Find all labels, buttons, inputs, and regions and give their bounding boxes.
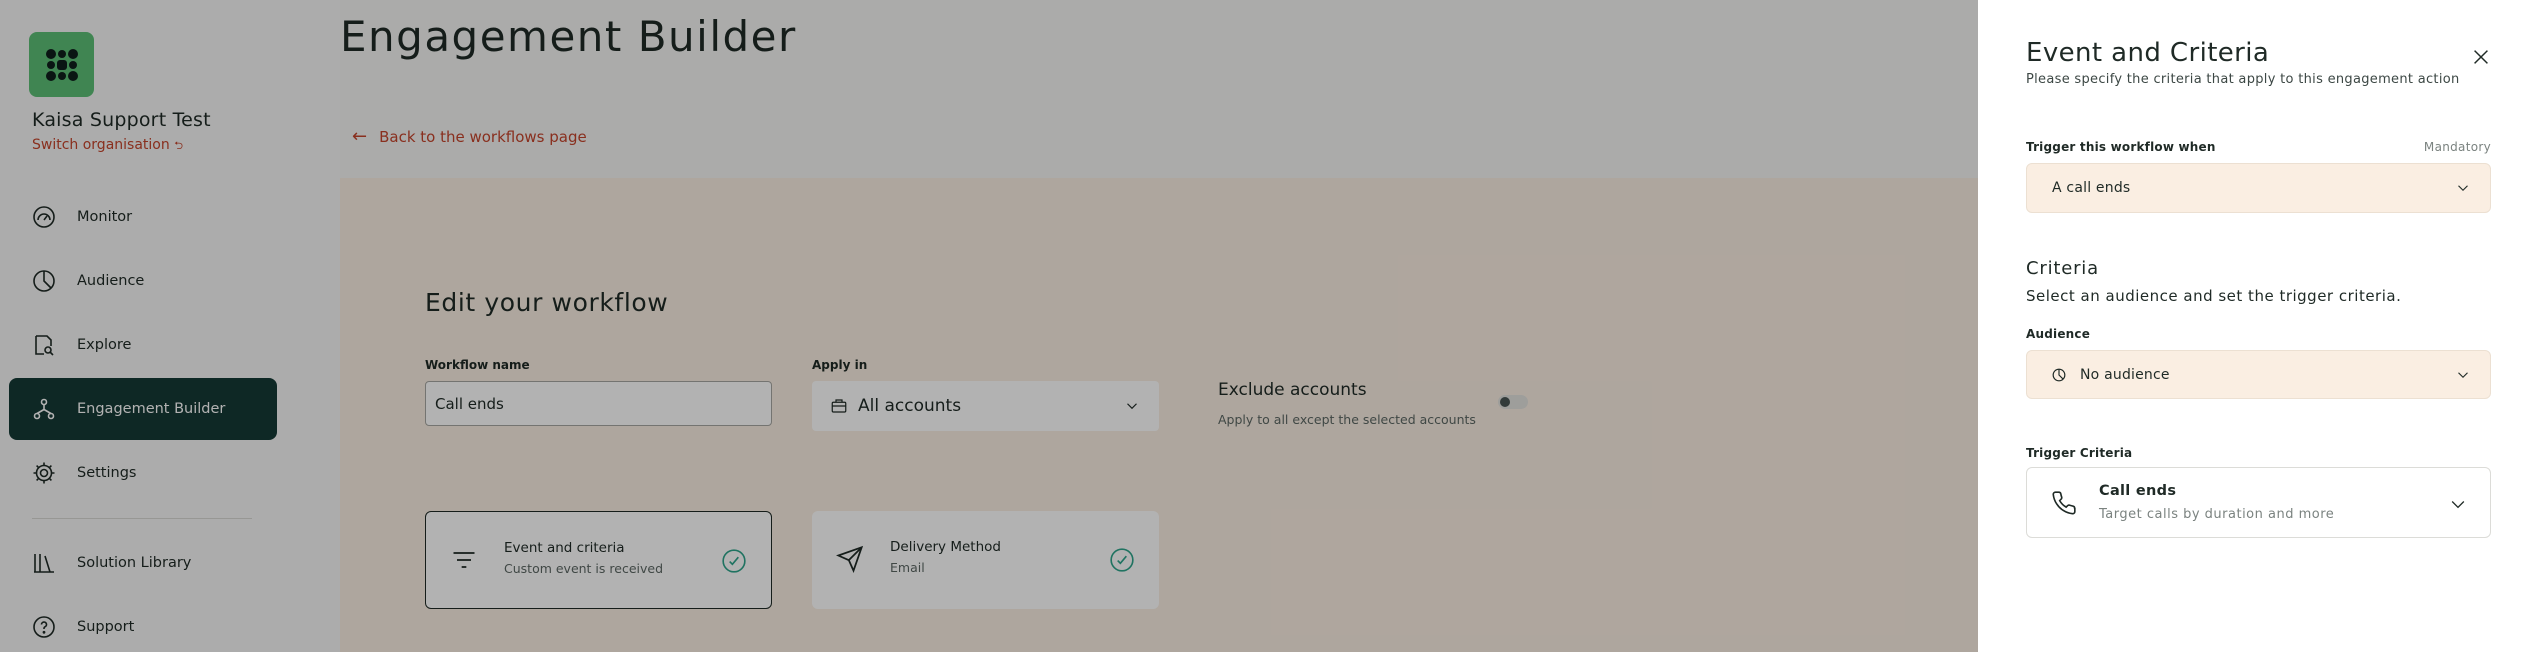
trigger-criteria-description: Target calls by duration and more xyxy=(2099,507,2335,522)
trigger-criteria-select[interactable]: Call ends Target calls by duration and m… xyxy=(2026,467,2491,538)
chevron-down-icon xyxy=(2458,185,2468,192)
criteria-description: Select an audience and set the trigger c… xyxy=(2026,287,2402,305)
audience-select-value: No audience xyxy=(2080,366,2170,383)
trigger-criteria-title: Call ends xyxy=(2099,483,2177,499)
criteria-title: Criteria xyxy=(2026,258,2099,279)
close-icon[interactable] xyxy=(2470,46,2492,68)
chevron-down-icon xyxy=(2451,501,2465,509)
drawer-subtitle: Please specify the criteria that apply t… xyxy=(2026,72,2460,87)
trigger-criteria-label: Trigger Criteria xyxy=(2026,446,2133,460)
mandatory-label: Mandatory xyxy=(2423,140,2491,154)
trigger-select-value: A call ends xyxy=(2052,180,2131,196)
trigger-select[interactable]: A call ends xyxy=(2026,163,2491,213)
drawer-title: Event and Criteria xyxy=(2026,38,2270,68)
trigger-label: Trigger this workflow when xyxy=(2026,140,2216,154)
audience-select[interactable]: No audience xyxy=(2026,350,2491,399)
event-criteria-drawer: Event and Criteria Please specify the cr… xyxy=(1978,0,2539,652)
chevron-down-icon xyxy=(2458,371,2468,378)
phone-icon xyxy=(2052,491,2076,515)
pie-chart-icon xyxy=(2052,368,2066,381)
audience-label: Audience xyxy=(2026,327,2091,341)
modal-backdrop[interactable] xyxy=(0,0,1978,652)
